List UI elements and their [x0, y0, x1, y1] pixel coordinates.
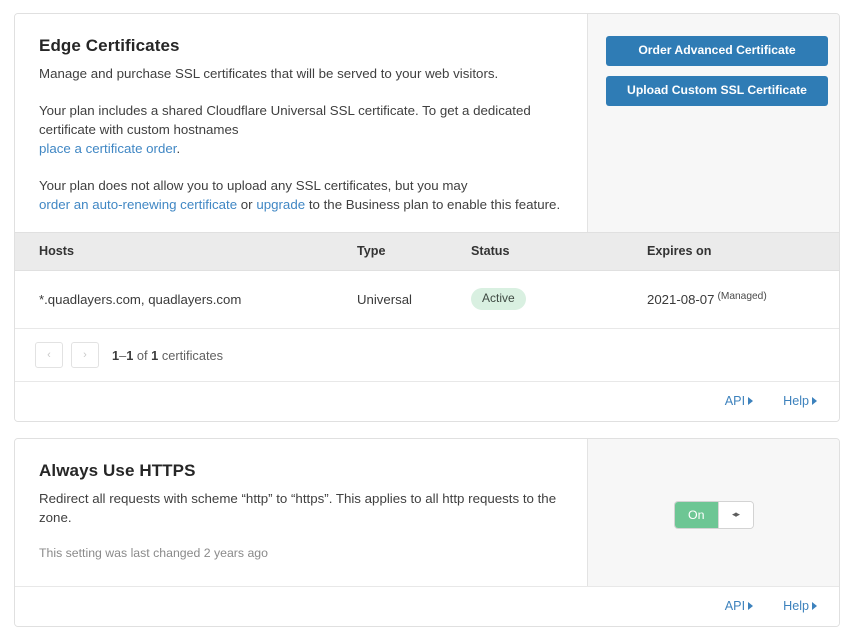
- toggle-state-label: On: [675, 502, 718, 528]
- always-use-https-body: Always Use HTTPS Redirect all requests w…: [15, 439, 839, 586]
- help-link-label: Help: [783, 599, 809, 613]
- column-header-actions: [827, 233, 840, 271]
- plan-paragraph: Your plan includes a shared Cloudflare U…: [39, 101, 563, 158]
- cell-row-action[interactable]: ▶: [827, 271, 840, 329]
- edge-certificates-actions-panel: Order Advanced Certificate Upload Custom…: [587, 14, 840, 232]
- upload-paragraph-line1: Your plan does not allow you to upload a…: [39, 178, 467, 193]
- always-use-https-description: Redirect all requests with scheme “http”…: [39, 489, 563, 527]
- order-advanced-certificate-button[interactable]: Order Advanced Certificate: [606, 36, 828, 66]
- triangle-right-icon: [748, 397, 753, 405]
- help-link[interactable]: Help: [783, 599, 817, 613]
- pagination-prev-button[interactable]: ‹: [35, 342, 63, 368]
- table-header-row: Hosts Type Status Expires on: [15, 233, 840, 271]
- toggle-handle[interactable]: ◂▸: [718, 502, 753, 528]
- status-badge: Active: [471, 288, 526, 310]
- upload-custom-ssl-certificate-button[interactable]: Upload Custom SSL Certificate: [606, 76, 828, 106]
- upload-paragraph: Your plan does not allow you to upload a…: [39, 176, 563, 214]
- always-use-https-control-panel: On ◂▸: [587, 439, 839, 586]
- plan-paragraph-line2: certificate with custom hostnames: [39, 122, 239, 137]
- drag-handle-lr-icon: ◂▸: [732, 510, 739, 519]
- pagination-bar: ‹ › 1–1 of 1 certificates: [15, 329, 839, 382]
- help-link-label: Help: [783, 394, 809, 408]
- column-header-status: Status: [471, 233, 647, 271]
- cell-hosts: *.quadlayers.com, quadlayers.com: [15, 271, 357, 329]
- column-header-type: Type: [357, 233, 471, 271]
- certificates-table-body: *.quadlayers.com, quadlayers.com Univers…: [15, 271, 840, 329]
- pagination-noun: certificates: [158, 348, 223, 363]
- upload-paragraph-middle: or: [237, 197, 256, 212]
- cell-type: Universal: [357, 271, 471, 329]
- api-link[interactable]: API: [725, 394, 753, 408]
- pagination-of-word: of: [133, 348, 151, 363]
- plan-paragraph-period: .: [176, 141, 180, 156]
- edge-certificates-intro: Manage and purchase SSL certificates tha…: [39, 64, 563, 83]
- pagination-next-button[interactable]: ›: [71, 342, 99, 368]
- order-auto-renewing-certificate-link[interactable]: order an auto-renewing certificate: [39, 197, 237, 212]
- triangle-right-icon: [748, 602, 753, 610]
- triangle-right-icon: [812, 602, 817, 610]
- place-certificate-order-link[interactable]: place a certificate order: [39, 141, 176, 156]
- upgrade-link[interactable]: upgrade: [256, 197, 305, 212]
- expires-managed-note: (Managed): [717, 291, 766, 302]
- always-use-https-last-changed: This setting was last changed 2 years ag…: [39, 545, 563, 562]
- cell-status: Active: [471, 271, 647, 329]
- triangle-right-icon: [812, 397, 817, 405]
- always-use-https-toggle[interactable]: On ◂▸: [674, 501, 754, 529]
- help-link[interactable]: Help: [783, 394, 817, 408]
- edge-certificates-footer: API Help: [15, 382, 839, 421]
- edge-certificates-main: Edge Certificates Manage and purchase SS…: [15, 14, 587, 232]
- edge-certificates-card: Edge Certificates Manage and purchase SS…: [14, 13, 840, 422]
- api-link-label: API: [725, 599, 745, 613]
- expires-date: 2021-08-07: [647, 292, 714, 307]
- column-header-expires: Expires on: [647, 233, 827, 271]
- column-header-hosts: Hosts: [15, 233, 357, 271]
- page-root: Edge Certificates Manage and purchase SS…: [0, 0, 856, 601]
- pagination-summary: 1–1 of 1 certificates: [112, 348, 223, 363]
- edge-certificates-body: Edge Certificates Manage and purchase SS…: [15, 14, 839, 232]
- cell-expires: 2021-08-07(Managed): [647, 271, 827, 329]
- always-use-https-title: Always Use HTTPS: [39, 461, 563, 481]
- always-use-https-main: Always Use HTTPS Redirect all requests w…: [15, 439, 587, 586]
- certificates-table: Hosts Type Status Expires on *.quadlayer…: [15, 232, 840, 329]
- certificates-table-head: Hosts Type Status Expires on: [15, 233, 840, 271]
- api-link[interactable]: API: [725, 599, 753, 613]
- api-link-label: API: [725, 394, 745, 408]
- table-row[interactable]: *.quadlayers.com, quadlayers.com Univers…: [15, 271, 840, 329]
- upload-paragraph-tail: to the Business plan to enable this feat…: [305, 197, 560, 212]
- always-use-https-footer: API Help: [15, 586, 839, 626]
- always-use-https-card: Always Use HTTPS Redirect all requests w…: [14, 438, 840, 627]
- page-title: Edge Certificates: [39, 36, 563, 56]
- plan-paragraph-line1: Your plan includes a shared Cloudflare U…: [39, 103, 531, 118]
